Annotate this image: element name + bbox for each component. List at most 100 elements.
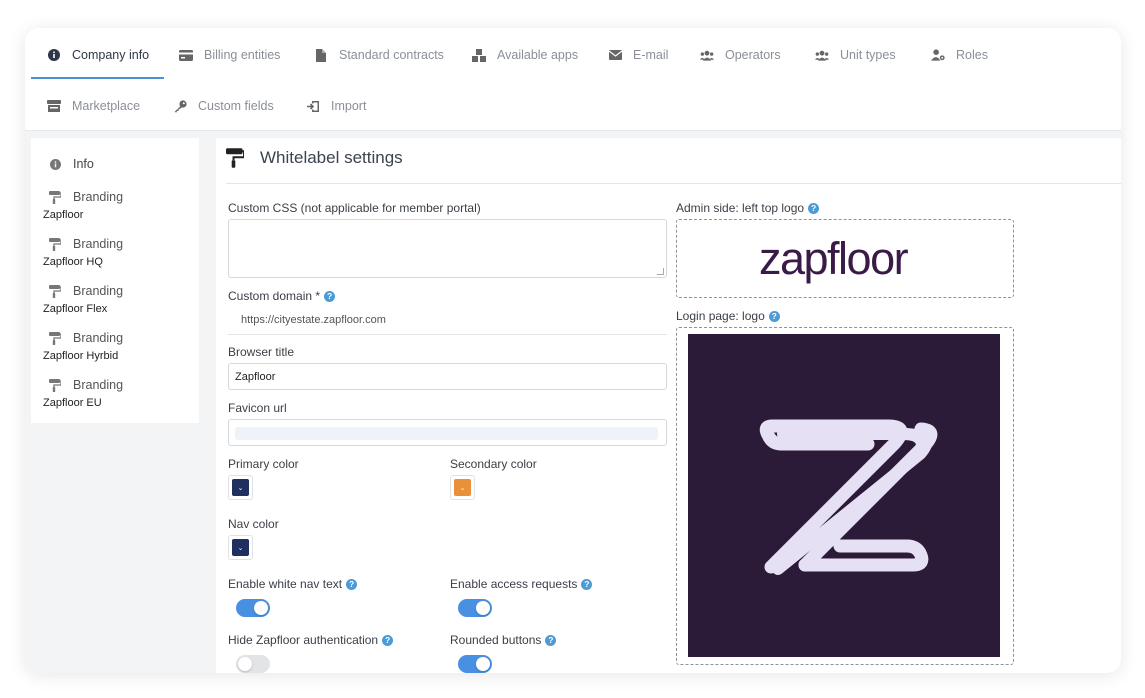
tab-operators[interactable]: Operators (700, 43, 781, 67)
settings-card: Company info Billing entities Standard c… (25, 28, 1121, 673)
primary-color-picker[interactable]: ⌄ (228, 475, 253, 500)
info-circle-icon (47, 48, 61, 62)
import-icon (306, 99, 320, 113)
tab-label: Company info (72, 48, 150, 62)
tab-available-apps[interactable]: Available apps (472, 43, 578, 67)
browser-title-input[interactable]: Zapfloor (228, 363, 667, 390)
tab-label: E-mail (633, 48, 669, 62)
sidebar-item-sub: Zapfloor EU (43, 397, 102, 409)
tab-import[interactable]: Import (306, 94, 366, 118)
access-requests-toggle[interactable] (458, 599, 492, 617)
rounded-buttons-toggle[interactable] (458, 655, 492, 673)
sidebar-item-sub: Zapfloor Hyrbid (43, 350, 119, 362)
access-requests-label: Enable access requests ? (450, 577, 593, 591)
tab-label: Custom fields (198, 99, 274, 113)
sidebar-item-sub: Zapfloor (43, 209, 84, 221)
hide-auth-toggle[interactable] (236, 655, 270, 673)
tab-label: Import (331, 99, 367, 113)
tab-bar: Company info Billing entities Standard c… (25, 28, 1121, 131)
users-icon (815, 48, 829, 62)
tab-roles[interactable]: Roles (931, 43, 988, 67)
sidebar-item-branding[interactable]: Branding Zapfloor Flex (31, 282, 123, 315)
sidebar-item-label: Branding (73, 331, 124, 345)
store-icon (47, 99, 61, 113)
favicon-url-value (235, 427, 658, 440)
secondary-color-picker[interactable]: ⌄ (450, 475, 475, 500)
credit-card-icon (179, 48, 193, 62)
tab-standard-contracts[interactable]: Standard contracts (314, 43, 444, 67)
sidebar-item-label: Info (73, 157, 94, 171)
white-nav-text-label: Enable white nav text ? (228, 577, 358, 591)
custom-domain-value: https://cityestate.zapfloor.com (241, 314, 386, 326)
paint-roller-icon (226, 148, 244, 168)
zapfloor-logo: zapfloor (759, 233, 909, 284)
help-icon[interactable]: ? (581, 578, 593, 590)
tab-label: Available apps (497, 48, 579, 62)
chevron-down-icon: ⌄ (454, 479, 471, 496)
tab-label: Standard contracts (339, 48, 444, 62)
white-nav-text-toggle[interactable] (236, 599, 270, 617)
info-circle-icon (49, 158, 61, 170)
secondary-color-label: Secondary color (450, 457, 537, 471)
sidebar-item-label: Branding (73, 284, 124, 298)
primary-color-label: Primary color (228, 457, 299, 471)
chevron-down-icon: ⌄ (232, 539, 249, 556)
rounded-buttons-label: Rounded buttons ? (450, 633, 557, 647)
favicon-url-label: Favicon url (228, 401, 287, 415)
hide-auth-label: Hide Zapfloor authentication ? (228, 633, 394, 647)
users-icon (700, 48, 714, 62)
sidebar-item-label: Branding (73, 237, 124, 251)
help-icon[interactable]: ? (346, 578, 358, 590)
zapfloor-login-logo (688, 334, 1000, 657)
browser-title-label: Browser title (228, 345, 295, 359)
sidebar-item-info[interactable]: Info (31, 155, 94, 173)
sidebar-item-branding[interactable]: Branding Zapfloor EU (31, 376, 123, 409)
panel-title-text: Whitelabel settings (260, 148, 403, 167)
active-tab-indicator (31, 77, 164, 79)
login-logo-label: Login page: logo ? (676, 309, 780, 323)
divider (226, 183, 1121, 184)
tab-label: Operators (725, 48, 781, 62)
chevron-down-icon: ⌄ (232, 479, 249, 496)
admin-logo-upload[interactable]: zapfloor (676, 219, 1014, 298)
sidebar-item-branding[interactable]: Branding Zapfloor Hyrbid (31, 329, 123, 362)
paint-roller-icon (49, 378, 61, 392)
nav-color-picker[interactable]: ⌄ (228, 535, 253, 560)
tab-company-info[interactable]: Company info (47, 43, 149, 67)
tab-marketplace[interactable]: Marketplace (47, 94, 140, 118)
file-icon (314, 48, 328, 62)
tab-label: Marketplace (72, 99, 141, 113)
tab-label: Unit types (840, 48, 896, 62)
favicon-url-input[interactable] (228, 419, 667, 446)
tab-label: Billing entities (204, 48, 281, 62)
resize-handle[interactable] (657, 268, 664, 275)
envelope-icon (608, 48, 622, 62)
paint-roller-icon (49, 237, 61, 251)
nav-color-label: Nav color (228, 517, 279, 531)
tab-custom-fields[interactable]: Custom fields (173, 94, 274, 118)
sidebar-item-label: Branding (73, 190, 124, 204)
paint-roller-icon (49, 190, 61, 204)
help-icon[interactable]: ? (768, 310, 780, 322)
admin-logo-label: Admin side: left top logo ? (676, 201, 820, 215)
tab-label: Roles (956, 48, 988, 62)
panel-title: Whitelabel settings (226, 148, 403, 168)
key-icon (173, 99, 187, 113)
help-icon[interactable]: ? (808, 202, 820, 214)
login-logo-upload[interactable] (676, 327, 1014, 665)
help-icon[interactable]: ? (545, 634, 557, 646)
divider (228, 334, 667, 335)
sidebar-item-branding[interactable]: Branding Zapfloor HQ (31, 235, 123, 268)
tab-billing-entities[interactable]: Billing entities (179, 43, 280, 67)
tab-unit-types[interactable]: Unit types (815, 43, 896, 67)
custom-domain-label: Custom domain * ? (228, 289, 336, 303)
help-icon[interactable]: ? (324, 290, 336, 302)
sidebar-item-branding[interactable]: Branding Zapfloor (31, 188, 123, 221)
cubes-icon (472, 48, 486, 62)
paint-roller-icon (49, 331, 61, 345)
custom-css-label: Custom CSS (not applicable for member po… (228, 201, 481, 215)
custom-css-textarea[interactable] (228, 219, 667, 278)
sidebar: Info Branding Zapfloor Branding Zapfloor… (31, 138, 199, 423)
tab-email[interactable]: E-mail (608, 43, 668, 67)
help-icon[interactable]: ? (382, 634, 394, 646)
